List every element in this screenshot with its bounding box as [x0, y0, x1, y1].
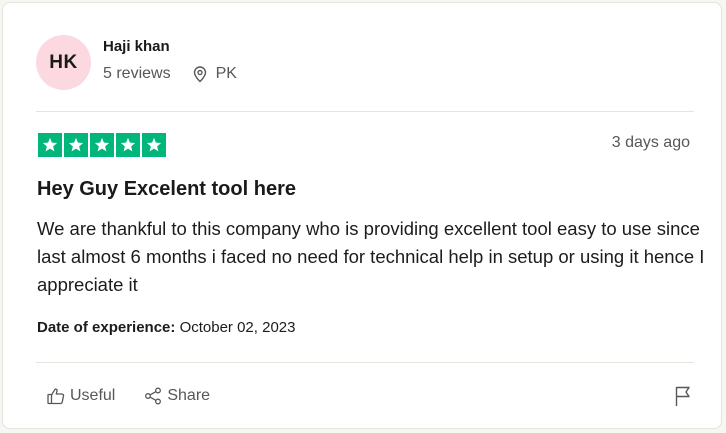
share-label: Share — [167, 387, 211, 404]
experience-date: October 02, 2023 — [179, 319, 296, 336]
star-icon — [90, 133, 114, 157]
share-button[interactable]: Share — [135, 382, 218, 410]
reviewer-location: PK — [215, 64, 237, 82]
star-icon — [38, 133, 62, 157]
review-title[interactable]: Hey Guy Excelent tool here — [37, 178, 296, 201]
reviewer-name[interactable]: Haji khan — [103, 37, 237, 57]
thumbs-up-icon — [47, 388, 65, 405]
useful-label: Useful — [70, 387, 116, 404]
date-of-experience: Date of experience: October 02, 2023 — [37, 319, 295, 336]
reviewer-header: HK Haji khan 5 reviews PK — [36, 35, 237, 90]
divider — [36, 362, 694, 363]
review-body: We are thankful to this company who is p… — [37, 218, 705, 295]
star-icon — [116, 133, 140, 157]
useful-button[interactable]: Useful — [38, 382, 123, 410]
location-pin-icon — [191, 65, 209, 83]
flag-icon — [675, 386, 690, 406]
star-icon — [64, 133, 88, 157]
reviewer-meta: 5 reviews PK — [103, 65, 237, 83]
divider — [36, 111, 694, 112]
report-flag-button[interactable] — [669, 382, 697, 410]
review-date: 3 days ago — [611, 134, 690, 151]
star-icon — [142, 133, 166, 157]
share-icon — [145, 387, 162, 405]
review-card: HK Haji khan 5 reviews PK 3 days ago Hey… — [2, 2, 722, 429]
experience-label: Date of experience: — [37, 319, 176, 336]
reviewer-info: Haji khan 5 reviews PK — [103, 38, 237, 83]
star-rating — [38, 133, 166, 157]
avatar[interactable]: HK — [36, 35, 91, 90]
reviews-count: 5 reviews — [103, 64, 171, 82]
review-actions: Useful Share — [38, 382, 218, 410]
